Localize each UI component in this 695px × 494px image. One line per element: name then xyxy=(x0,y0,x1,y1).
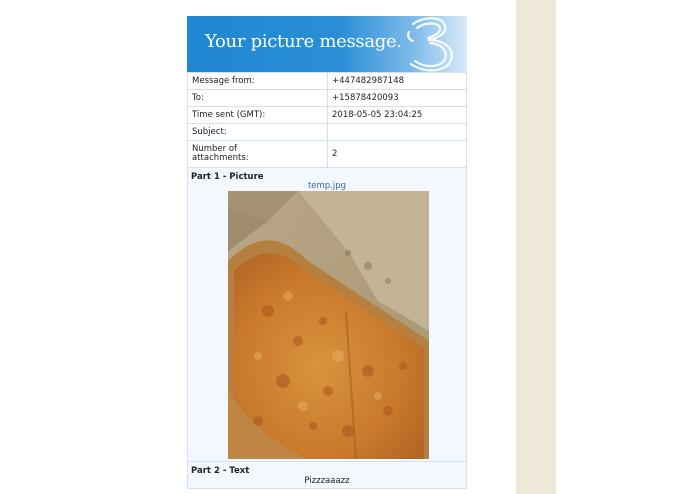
part-1-title: Part 1 - Picture xyxy=(191,172,264,182)
attachments-label-line2: attachments: xyxy=(192,153,249,163)
pizza-picture[interactable] xyxy=(228,191,429,459)
details-row-from: Message from: +447482987148 xyxy=(187,72,467,90)
attachments-label: Number of attachments: xyxy=(187,140,328,168)
attachments-value: 2 xyxy=(327,140,467,168)
subject-label: Subject: xyxy=(187,123,328,141)
banner-title: Your picture message. xyxy=(205,31,402,52)
right-side-strip xyxy=(516,0,556,494)
message-from-label: Message from: xyxy=(187,72,328,90)
details-row-time: Time sent (GMT): 2018-05-05 23:04:25 xyxy=(187,106,467,124)
message-details-table: Message from: +447482987148 To: +1587842… xyxy=(187,72,467,168)
three-logo-icon xyxy=(407,17,453,72)
time-sent-label: Time sent (GMT): xyxy=(187,106,328,124)
details-row-attachments: Number of attachments: 2 xyxy=(187,140,467,168)
message-from-value: +447482987148 xyxy=(327,72,467,90)
pizza-image xyxy=(228,191,429,459)
part-2-text: Part 2 - Text Pizzzaaazz xyxy=(187,462,467,489)
message-banner: Your picture message. xyxy=(187,16,467,72)
to-value: +15878420093 xyxy=(327,89,467,107)
part-2-title: Part 2 - Text xyxy=(191,466,250,476)
attachment-file-link[interactable]: temp.jpg xyxy=(188,181,466,191)
picture-message: Your picture message. Message from: +447… xyxy=(187,16,467,489)
time-sent-value: 2018-05-05 23:04:25 xyxy=(327,106,467,124)
details-row-subject: Subject: xyxy=(187,123,467,141)
subject-value xyxy=(327,123,467,141)
to-label: To: xyxy=(187,89,328,107)
part-1-picture: Part 1 - Picture temp.jpg xyxy=(187,168,467,462)
details-row-to: To: +15878420093 xyxy=(187,89,467,107)
message-text: Pizzzaaazz xyxy=(304,476,350,486)
